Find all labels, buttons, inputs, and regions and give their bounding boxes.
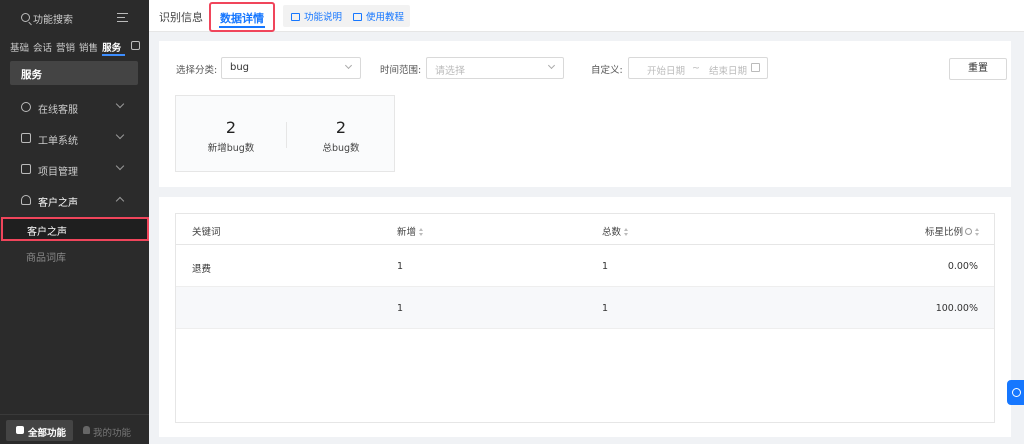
calendar-icon (751, 63, 760, 72)
stat-total-caption: 总bug数 (322, 143, 360, 154)
stat-total-value: 2 (335, 118, 347, 137)
user-icon (21, 195, 31, 205)
question-icon[interactable] (965, 228, 972, 235)
cell-new: 1 (397, 303, 404, 314)
top-tab-bar: 识别信息 数据详情 功能说明 使用教程 (149, 0, 1024, 32)
column-header-total-label: 总数 (602, 227, 622, 238)
table-row: 退费 1 1 0.00% (176, 245, 994, 287)
ticket-icon (21, 133, 31, 143)
sort-icon (419, 228, 424, 236)
search-icon (21, 13, 30, 22)
sidebar-item-customer-voice[interactable]: 客户之声 (0, 189, 149, 211)
stat-new-caption: 新增bug数 (207, 143, 255, 154)
grid-icon (16, 426, 24, 434)
tutorial-link[interactable]: 使用教程 (353, 9, 404, 23)
search-label: 功能搜索 (33, 15, 73, 26)
sort-icon (624, 228, 629, 236)
sidebar-subitem-label: 客户之声 (27, 227, 67, 238)
date-range-picker[interactable]: 开始日期 ~ 结束日期 (628, 57, 768, 79)
sidebar-bottom-bar: 全部功能 我的功能 (0, 414, 149, 444)
tutorial-label: 使用教程 (366, 12, 405, 23)
column-header-keyword: 关键词 (192, 227, 221, 238)
book-icon (291, 13, 300, 21)
section-title: 服务 (10, 61, 138, 85)
document-icon (353, 13, 362, 21)
function-search[interactable]: 功能搜索 (0, 7, 149, 29)
keyword-table: 关键词 新增 总数 标星比例 退费 1 1 0.00% 1 1 100.00% (175, 213, 995, 423)
time-range-label: 时间范围: (380, 65, 422, 76)
cell-new: 1 (397, 261, 404, 272)
category-tab-basic[interactable]: 基础 (10, 40, 33, 56)
all-functions-button[interactable]: 全部功能 (6, 420, 73, 441)
category-tab-sales[interactable]: 销售 (79, 40, 102, 56)
headset-icon (1012, 388, 1021, 397)
category-filter-label: 选择分类: (176, 65, 218, 76)
column-header-new[interactable]: 新增 (397, 224, 424, 238)
time-range-select[interactable]: 请选择 (426, 57, 564, 79)
time-range-placeholder: 请选择 (435, 66, 465, 77)
chevron-down-icon (115, 99, 125, 109)
cell-keyword: 退费 (192, 264, 212, 275)
sidebar-item-online-service[interactable]: 在线客服 (0, 96, 149, 118)
category-select-value: bug (230, 62, 250, 73)
column-header-total[interactable]: 总数 (602, 224, 629, 238)
table-header: 关键词 新增 总数 标星比例 (176, 214, 994, 245)
table-row: 1 1 100.00% (176, 287, 994, 329)
tab-recognition-info[interactable]: 识别信息 (159, 9, 203, 25)
chevron-down-icon (547, 61, 556, 70)
range-separator: ~ (692, 63, 700, 74)
sidebar-item-label: 在线客服 (38, 105, 78, 116)
sidebar-item-project-management[interactable]: 项目管理 (0, 158, 149, 180)
reset-button[interactable]: 重置 (949, 58, 1007, 80)
category-select[interactable]: bug (221, 57, 361, 79)
stats-summary: 2 新增bug数 2 总bug数 (175, 95, 395, 172)
cell-total: 1 (602, 303, 609, 314)
customer-service-float-button[interactable] (1007, 380, 1024, 405)
column-header-new-label: 新增 (397, 227, 417, 238)
my-functions-button[interactable]: 我的功能 (77, 420, 143, 441)
all-functions-label: 全部功能 (28, 428, 67, 439)
headset-icon (21, 102, 31, 112)
sidebar-item-label: 客户之声 (38, 198, 78, 209)
chevron-down-icon (115, 161, 125, 171)
tab-data-detail[interactable]: 数据详情 (209, 2, 275, 32)
cell-star-ratio: 100.00% (935, 303, 978, 314)
stat-new-value: 2 (225, 118, 237, 137)
column-header-star-ratio-label: 标星比例 (924, 227, 963, 238)
function-description-label: 功能说明 (304, 12, 343, 23)
sort-icon (975, 228, 980, 236)
cell-total: 1 (602, 261, 609, 272)
chevron-down-icon (115, 130, 125, 140)
custom-date-label: 自定义: (591, 65, 623, 76)
sidebar-item-ticket-system[interactable]: 工单系统 (0, 127, 149, 149)
category-tabs: 基础 会话 营销 销售 服务 (10, 40, 126, 56)
category-tab-marketing[interactable]: 营销 (56, 40, 79, 56)
function-description-link[interactable]: 功能说明 (291, 9, 342, 23)
end-date-placeholder: 结束日期 (709, 66, 748, 77)
sidebar-subitem-product-lexicon[interactable]: 商品词库 (0, 243, 149, 267)
person-icon (83, 426, 90, 434)
menu-icon[interactable] (117, 13, 128, 23)
sidebar-item-label: 工单系统 (38, 136, 78, 147)
my-functions-label: 我的功能 (93, 428, 132, 439)
cell-star-ratio: 0.00% (947, 261, 978, 272)
start-date-placeholder: 开始日期 (647, 66, 686, 77)
table-card: 关键词 新增 总数 标星比例 退费 1 1 0.00% 1 1 100.00% (159, 197, 1011, 437)
category-tab-session[interactable]: 会话 (33, 40, 56, 56)
filter-card: 选择分类: bug 时间范围: 请选择 自定义: 开始日期 ~ 结束日期 重置 … (159, 41, 1011, 187)
project-icon (21, 164, 31, 174)
chevron-up-icon (115, 196, 125, 206)
sidebar-subitem-customer-voice[interactable]: 客户之声 (1, 217, 149, 241)
tab-data-detail-label: 数据详情 (220, 12, 264, 25)
settings-icon[interactable] (131, 41, 140, 50)
category-tab-service[interactable]: 服务 (102, 40, 126, 56)
sidebar: 功能搜索 基础 会话 营销 销售 服务 服务 在线客服 工单系统 项目管理 客户… (0, 0, 149, 444)
sidebar-subitem-label: 商品词库 (26, 253, 66, 264)
help-links: 功能说明 使用教程 (283, 5, 410, 27)
sidebar-item-label: 项目管理 (38, 167, 78, 178)
stat-total-bugs: 2 总bug数 (286, 118, 396, 154)
stat-new-bugs: 2 新增bug数 (176, 118, 286, 154)
chevron-down-icon (344, 61, 353, 70)
column-header-star-ratio[interactable]: 标星比例 (925, 224, 980, 238)
